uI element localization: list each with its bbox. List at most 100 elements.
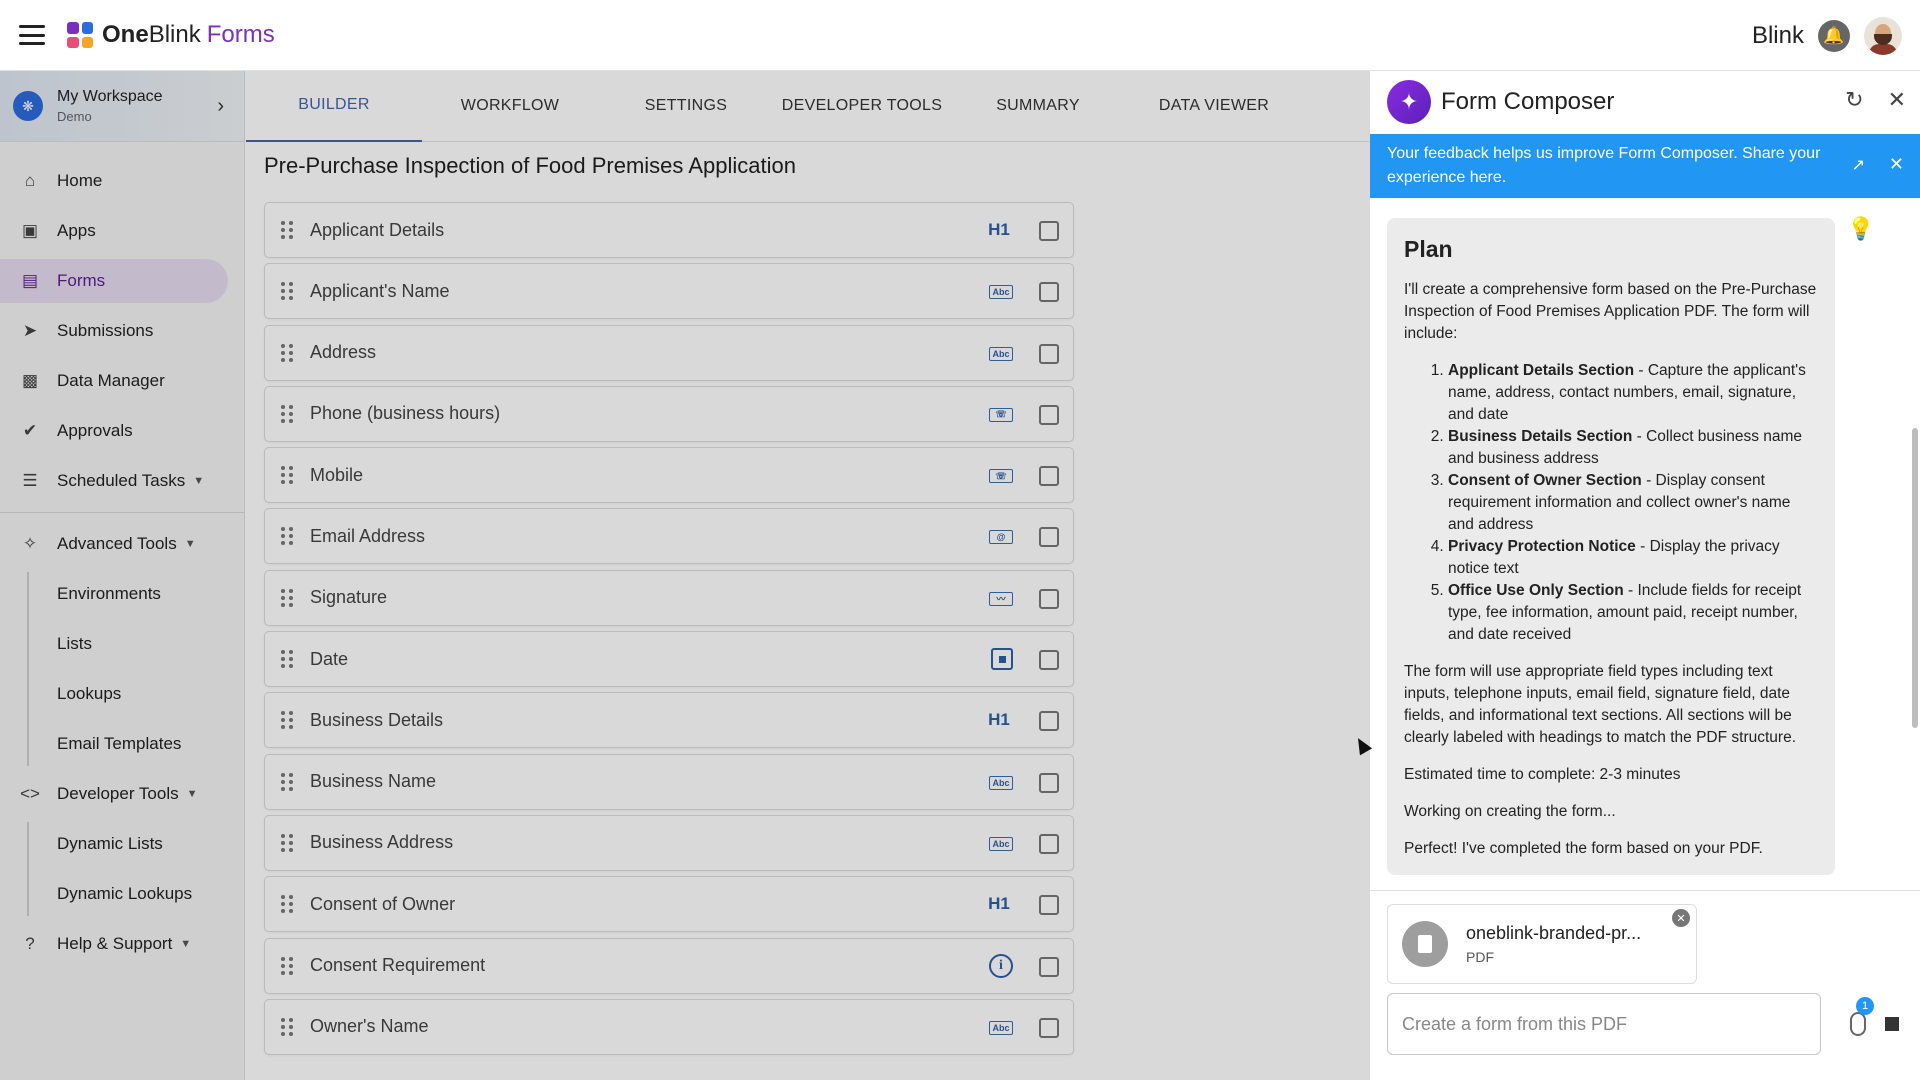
menu-icon[interactable] [19, 25, 45, 45]
lightbulb-icon[interactable]: 💡 [1847, 216, 1874, 242]
drag-handle-icon[interactable] [281, 221, 293, 239]
select-checkbox[interactable] [1039, 772, 1059, 793]
select-checkbox[interactable] [1039, 1017, 1059, 1038]
select-checkbox[interactable] [1039, 527, 1059, 548]
close-icon[interactable]: ✕ [1888, 87, 1906, 113]
sidebar-item-apps[interactable]: ▣ Apps [0, 209, 228, 253]
workspace-name: My Workspace [57, 88, 163, 105]
tab-workflow[interactable]: WORKFLOW [422, 71, 598, 142]
sidebar-item-environments[interactable]: Environments [57, 572, 244, 616]
select-checkbox[interactable] [1039, 466, 1059, 487]
select-checkbox[interactable] [1039, 282, 1059, 303]
select-checkbox[interactable] [1039, 404, 1059, 425]
drag-handle-icon[interactable] [281, 588, 293, 607]
form-element-row[interactable]: Email Address @ [264, 508, 1074, 565]
home-icon: ⌂ [24, 171, 36, 190]
prompt-input[interactable] [1387, 993, 1821, 1055]
sidebar-item-advanced-tools[interactable]: ✧ Advanced Tools ▼ [0, 522, 228, 566]
stop-button[interactable] [1885, 1017, 1899, 1031]
select-checkbox[interactable] [1039, 956, 1059, 977]
plan-estimate: Estimated time to complete: 2-3 minutes [1404, 766, 1681, 783]
form-element-row[interactable]: Business Name Abc [264, 753, 1074, 810]
feedback-banner[interactable]: Your feedback helps us improve Form Comp… [1370, 134, 1920, 198]
drag-handle-icon[interactable] [281, 527, 293, 546]
close-icon[interactable]: ✕ [1889, 152, 1904, 176]
app-logo[interactable]: One Blink Forms [67, 21, 275, 49]
select-checkbox[interactable] [1039, 650, 1059, 671]
sidebar-item-approvals[interactable]: ✔ Approvals [0, 409, 228, 453]
sidebar-item-help-support[interactable]: ? Help & Support ▼ [0, 922, 228, 966]
drag-handle-icon[interactable] [281, 711, 293, 730]
tab-builder[interactable]: BUILDER [246, 71, 422, 142]
select-checkbox[interactable] [1039, 221, 1059, 241]
sidebar-item-forms[interactable]: ▤ Forms [0, 259, 228, 303]
form-element-row[interactable]: Business Details H1 [264, 692, 1074, 749]
form-element-label: Owner's Name [310, 1016, 429, 1037]
remove-attachment-icon[interactable]: ✕ [1672, 909, 1690, 927]
sidebar-item-scheduled-tasks[interactable]: ☰ Scheduled Tasks ▼ [0, 459, 228, 503]
avatar[interactable] [1864, 16, 1902, 55]
workspace-switcher[interactable]: ❋ My Workspace Demo › [0, 71, 244, 142]
open-in-new-icon[interactable]: ↗ [1852, 154, 1865, 178]
scrollbar[interactable] [1912, 428, 1918, 728]
sidebar-item-dynamic-lists[interactable]: Dynamic Lists [57, 822, 244, 866]
form-element-row[interactable]: Owner's Name Abc [264, 998, 1074, 1055]
form-element-label: Email Address [310, 525, 426, 546]
tab-developer-tools[interactable]: DEVELOPER TOOLS [774, 71, 950, 142]
sidebar-item-dynamic-lookups[interactable]: Dynamic Lookups [57, 872, 244, 916]
code-icon: <> [20, 784, 40, 803]
drag-handle-icon[interactable] [281, 895, 293, 914]
drag-handle-icon[interactable] [281, 466, 293, 485]
sidebar-item-email-templates[interactable]: Email Templates [57, 722, 244, 766]
sidebar-item-data-manager[interactable]: ▩ Data Manager [0, 359, 228, 403]
refresh-icon[interactable]: ↻ [1845, 87, 1863, 113]
form-element-row[interactable]: Business Address Abc [264, 814, 1074, 871]
drag-handle-icon[interactable] [281, 956, 293, 975]
form-element-row[interactable]: Consent Requirement i [264, 937, 1074, 994]
file-icon [1402, 921, 1448, 967]
sidebar: ❋ My Workspace Demo › ⌂ Home ▣ Apps ▤ Fo… [0, 71, 245, 1080]
attach-icon[interactable] [1850, 1012, 1866, 1036]
composer-input-area: oneblink-branded-pr... PDF ✕ 1 [1370, 890, 1920, 1080]
form-element-label: Date [310, 648, 349, 669]
sidebar-item-lookups[interactable]: Lookups [57, 672, 244, 716]
tools-icon: ✧ [22, 534, 38, 553]
select-checkbox[interactable] [1039, 833, 1059, 854]
tab-data-viewer[interactable]: DATA VIEWER [1126, 71, 1302, 142]
form-element-row[interactable]: Applicant's Name Abc [264, 263, 1074, 320]
tab-summary[interactable]: SUMMARY [950, 71, 1126, 142]
chat-history[interactable]: Plan I'll create a comprehensive form ba… [1370, 198, 1920, 890]
drag-handle-icon[interactable] [281, 282, 293, 301]
drag-handle-icon[interactable] [281, 1017, 293, 1036]
sidebar-item-lists[interactable]: Lists [57, 622, 244, 666]
tab-settings[interactable]: SETTINGS [598, 71, 774, 142]
form-element-row[interactable]: Address Abc [264, 324, 1074, 381]
form-element-row[interactable]: Applicant Details H1 [264, 202, 1074, 258]
drag-handle-icon[interactable] [281, 343, 293, 362]
form-element-row[interactable]: Mobile ☏ [264, 447, 1074, 504]
chevron-down-icon: ▼ [184, 538, 196, 550]
drag-handle-icon[interactable] [281, 772, 293, 791]
form-element-row[interactable]: Date [264, 631, 1074, 688]
drag-handle-icon[interactable] [281, 650, 293, 669]
form-element-row[interactable]: Signature 〰 [264, 569, 1074, 626]
form-element-label: Consent of Owner [310, 893, 456, 914]
sidebar-item-submissions[interactable]: ➤ Submissions [0, 309, 228, 353]
developer-tools-submenu: Dynamic Lists Dynamic Lookups [27, 822, 244, 916]
notification-bell-icon[interactable]: 🔔 [1818, 19, 1850, 52]
drag-handle-icon[interactable] [281, 404, 293, 423]
drag-handle-icon[interactable] [281, 833, 293, 852]
select-checkbox[interactable] [1039, 711, 1059, 732]
sidebar-item-developer-tools[interactable]: <> Developer Tools ▼ [0, 772, 228, 816]
sidebar-item-label: Apps [57, 221, 96, 240]
select-checkbox[interactable] [1039, 343, 1059, 364]
select-checkbox[interactable] [1039, 895, 1059, 916]
form-element-row[interactable]: Phone (business hours) ☏ [264, 385, 1074, 442]
sidebar-item-label: Advanced Tools [57, 534, 177, 553]
telephone-element-icon: ☏ [989, 407, 1013, 422]
top-app-bar: One Blink Forms Blink 🔔 [0, 0, 1920, 71]
select-checkbox[interactable] [1039, 588, 1059, 609]
form-element-row[interactable]: Consent of Owner H1 [264, 876, 1074, 933]
sidebar-item-home[interactable]: ⌂ Home [0, 159, 228, 203]
plan-list-item: Applicant Details Section - Capture the … [1448, 360, 1818, 426]
